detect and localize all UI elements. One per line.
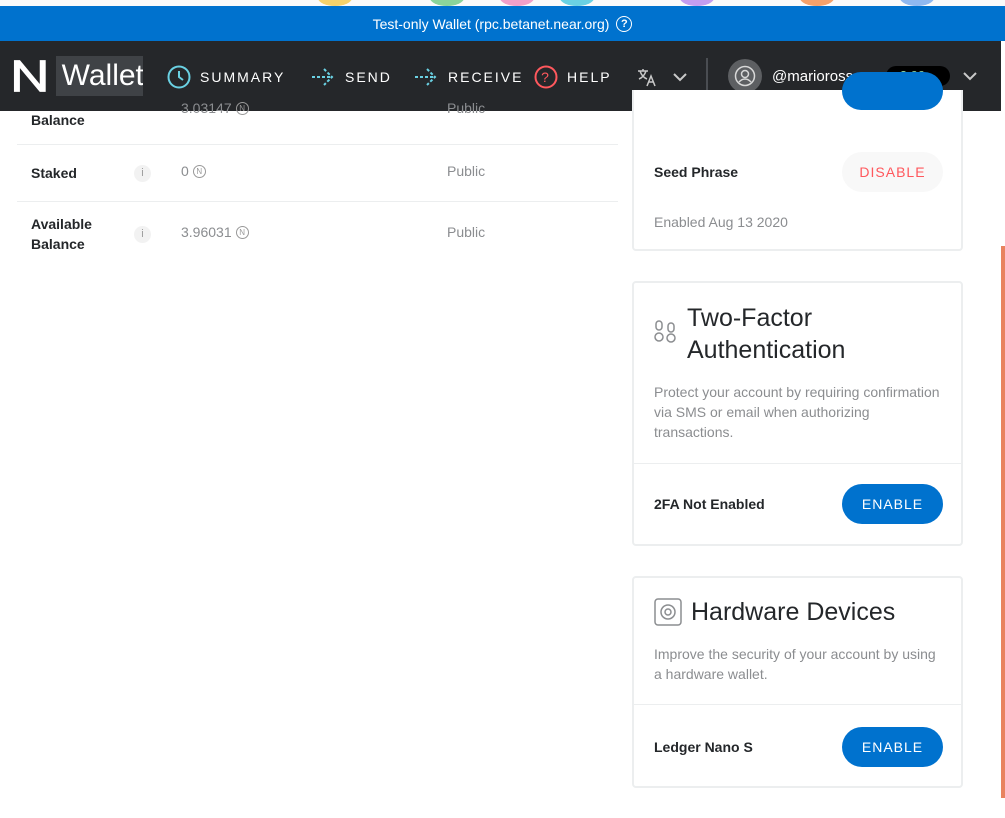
balance-label: Balance — [31, 112, 85, 128]
nav-summary-label: SUMMARY — [200, 69, 286, 85]
hardware-devices-card: Hardware Devices Improve the security of… — [632, 576, 963, 788]
hardware-devices-description: Improve the security of your account by … — [654, 646, 936, 682]
logo-text: Wallet — [55, 56, 143, 96]
two-factor-title: Two-Factor Authentication — [687, 302, 845, 366]
two-factor-title-line2: Authentication — [687, 336, 846, 364]
available-label: Available Balance — [31, 214, 92, 254]
ledger-device-label: Ledger Nano S — [654, 739, 753, 755]
banner-text: Test-only Wallet (rpc.betanet.near.org) — [372, 15, 610, 32]
user-icon — [734, 65, 756, 87]
seed-phrase-enabled-date: Enabled Aug 13 2020 — [654, 214, 788, 230]
two-factor-title-line1: Two-Factor — [687, 304, 813, 332]
balance-amount: 3.03147 N — [181, 100, 249, 116]
balance-row-available: Available Balance i 3.96031 N Public — [17, 202, 618, 266]
help-icon: ? — [534, 65, 558, 89]
two-factor-icon — [654, 320, 676, 343]
hardware-device-icon — [654, 598, 682, 626]
balance-row-staked: Staked i 0 N Public — [17, 145, 618, 202]
nav-summary[interactable]: SUMMARY — [167, 64, 285, 90]
receive-arrow-icon — [415, 68, 437, 86]
near-token-icon: N — [192, 164, 206, 178]
card-divider — [634, 704, 961, 705]
send-arrow-icon — [312, 68, 334, 86]
nav-receive[interactable]: RECEIVE — [413, 64, 523, 90]
near-token-icon: N — [235, 101, 249, 115]
near-wallet-logo[interactable]: Wallet — [8, 55, 143, 97]
balance-row-total: Balance 3.03147 N Public — [17, 92, 618, 145]
testnet-banner: Test-only Wallet (rpc.betanet.near.org) … — [0, 6, 1005, 41]
nav-send[interactable]: SEND — [310, 64, 392, 90]
chevron-down-icon — [673, 73, 687, 82]
card-divider — [634, 463, 961, 464]
disable-seed-phrase-button[interactable]: DISABLE — [842, 152, 943, 192]
nav-help[interactable]: ? HELP — [534, 64, 612, 90]
available-visibility: Public — [447, 224, 486, 240]
translate-icon — [638, 69, 656, 87]
hardware-devices-title: Hardware Devices — [691, 598, 896, 626]
nav-help-label: HELP — [567, 69, 612, 85]
nav-send-label: SEND — [345, 69, 392, 85]
enable-ledger-button[interactable]: ENABLE — [842, 727, 943, 767]
recovery-card: Seed Phrase DISABLE Enabled Aug 13 2020 — [632, 72, 963, 251]
staked-visibility: Public — [447, 163, 486, 179]
nav-receive-label: RECEIVE — [448, 69, 524, 85]
near-token-icon: N — [235, 225, 249, 239]
nav-divider — [706, 58, 708, 94]
balance-visibility: Public — [447, 100, 486, 116]
balance-table: Balance 3.03147 N Public Staked i 0 N Pu… — [17, 92, 618, 266]
seed-phrase-label: Seed Phrase — [654, 164, 739, 180]
two-factor-description: Protect your account by requiring confir… — [654, 384, 940, 440]
avatar — [728, 59, 762, 93]
available-label-line2: Balance — [31, 236, 85, 252]
two-factor-status: 2FA Not Enabled — [654, 496, 765, 512]
recovery-button-partial[interactable] — [842, 72, 943, 110]
question-circle-icon[interactable]: ? — [616, 15, 633, 32]
info-icon[interactable]: i — [134, 226, 151, 243]
balance-amount-value: 3.03147 — [181, 100, 232, 116]
svg-text:?: ? — [541, 69, 551, 85]
info-icon[interactable]: i — [134, 165, 151, 182]
staked-label: Staked — [31, 165, 77, 181]
available-amount: 3.96031 N — [181, 224, 249, 240]
scrollbar[interactable] — [1001, 246, 1005, 798]
enable-2fa-button[interactable]: ENABLE — [842, 484, 943, 524]
account-chevron-down-icon[interactable] — [963, 71, 977, 81]
staked-amount-value: 0 — [181, 163, 189, 179]
staked-amount: 0 N — [181, 163, 206, 179]
available-amount-value: 3.96031 — [181, 224, 232, 240]
two-factor-card: Two-Factor Authentication Protect your a… — [632, 281, 963, 546]
clock-icon — [167, 65, 191, 89]
language-selector[interactable] — [637, 67, 687, 87]
available-label-line1: Available — [31, 216, 92, 232]
